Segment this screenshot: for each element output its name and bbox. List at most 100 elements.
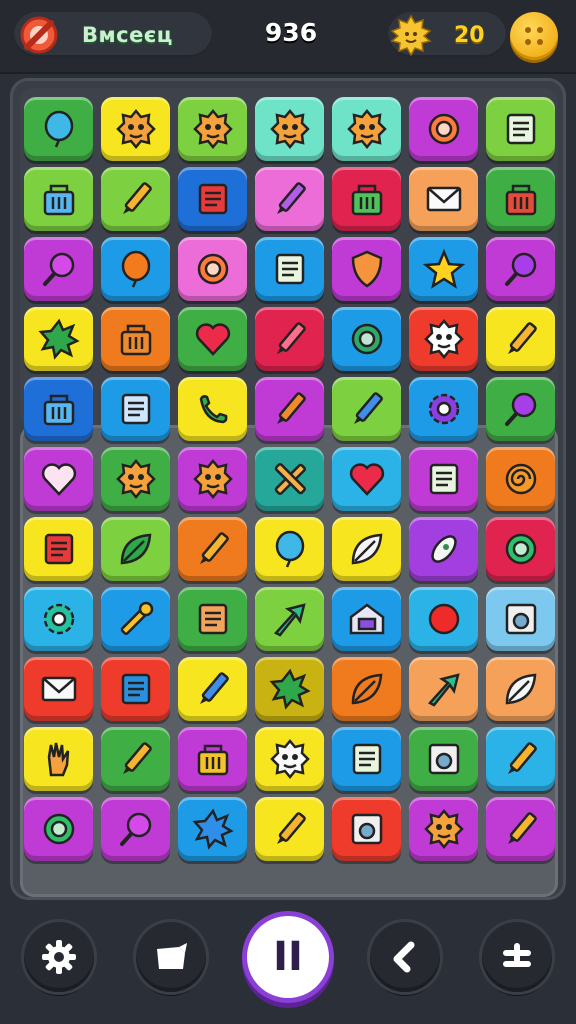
tile[interactable] (24, 517, 93, 581)
tile[interactable] (332, 727, 401, 791)
notepad-icon (275, 253, 304, 285)
tile[interactable] (101, 237, 170, 301)
tile[interactable] (486, 237, 555, 301)
tile[interactable] (178, 797, 247, 861)
menu-button[interactable] (510, 12, 558, 60)
tile[interactable] (101, 377, 170, 441)
purple-pencil-icon (276, 182, 306, 214)
tile[interactable] (409, 587, 478, 651)
tile[interactable] (101, 447, 170, 511)
tile[interactable] (486, 517, 555, 581)
tile[interactable] (409, 517, 478, 581)
tile[interactable] (409, 377, 478, 441)
tile[interactable] (332, 377, 401, 441)
tile[interactable] (486, 587, 555, 651)
tile[interactable] (255, 517, 324, 581)
blue-splat-icon (191, 808, 234, 850)
tile[interactable] (486, 447, 555, 511)
tile[interactable] (409, 237, 478, 301)
tile[interactable] (409, 727, 478, 791)
tile[interactable] (178, 167, 247, 231)
pause-button[interactable]: II (247, 916, 329, 998)
tile[interactable] (332, 517, 401, 581)
tile[interactable] (255, 237, 324, 301)
tile[interactable] (332, 167, 401, 231)
undo-button[interactable] (370, 922, 440, 992)
notepad-icon (506, 113, 535, 145)
tile[interactable] (24, 587, 93, 651)
tile[interactable] (178, 237, 247, 301)
tile[interactable] (101, 97, 170, 161)
tile[interactable] (24, 727, 93, 791)
tile[interactable] (332, 657, 401, 721)
tile[interactable] (24, 97, 93, 161)
tile[interactable] (486, 727, 555, 791)
sun-coin-icon (390, 14, 432, 56)
tile[interactable] (486, 97, 555, 161)
tile[interactable] (24, 797, 93, 861)
tile[interactable] (101, 657, 170, 721)
tile[interactable] (255, 587, 324, 651)
tile[interactable] (486, 307, 555, 371)
tile[interactable] (409, 307, 478, 371)
tile[interactable] (178, 517, 247, 581)
boosters-button[interactable] (482, 922, 552, 992)
tile[interactable] (24, 657, 93, 721)
tile[interactable] (178, 657, 247, 721)
tile[interactable] (101, 587, 170, 651)
red-basket-icon (505, 184, 536, 216)
tile[interactable] (409, 657, 478, 721)
tile[interactable] (255, 307, 324, 371)
tile[interactable] (255, 657, 324, 721)
leaf-icon (120, 533, 151, 565)
tile[interactable] (178, 587, 247, 651)
tile[interactable] (178, 727, 247, 791)
tile[interactable] (255, 447, 324, 511)
tile[interactable] (24, 447, 93, 511)
tile[interactable] (101, 797, 170, 861)
tile[interactable] (486, 657, 555, 721)
tile[interactable] (255, 797, 324, 861)
tile[interactable] (332, 587, 401, 651)
tile[interactable] (24, 307, 93, 371)
orange-leaf-icon (351, 673, 382, 705)
orange-monster-face-icon (115, 459, 156, 499)
tile[interactable] (178, 447, 247, 511)
tile[interactable] (409, 447, 478, 511)
envelope-icon (426, 186, 461, 212)
tile[interactable] (178, 97, 247, 161)
tile[interactable] (409, 97, 478, 161)
leaf-outline-icon (351, 533, 382, 565)
orange-scroll-icon (198, 603, 227, 635)
tile[interactable] (255, 727, 324, 791)
tile[interactable] (409, 797, 478, 861)
tile[interactable] (486, 167, 555, 231)
red-bar-card-icon (198, 183, 227, 215)
tile[interactable] (255, 377, 324, 441)
tile[interactable] (101, 307, 170, 371)
blue-pencil-icon (199, 672, 229, 704)
tile[interactable] (332, 447, 401, 511)
tile[interactable] (486, 377, 555, 441)
tile[interactable] (255, 167, 324, 231)
tile[interactable] (101, 517, 170, 581)
tile[interactable] (101, 167, 170, 231)
settings-button[interactable] (24, 922, 94, 992)
tile[interactable] (332, 307, 401, 371)
hint-button[interactable] (136, 922, 206, 992)
tile[interactable] (24, 237, 93, 301)
lollipop-icon (119, 812, 151, 846)
gear-icon (43, 603, 74, 635)
tile[interactable] (409, 167, 478, 231)
tile[interactable] (332, 97, 401, 161)
tile[interactable] (332, 797, 401, 861)
tile[interactable] (101, 727, 170, 791)
tile[interactable] (178, 307, 247, 371)
tile[interactable] (24, 167, 93, 231)
ring-icon (197, 253, 228, 285)
tile[interactable] (178, 377, 247, 441)
tile[interactable] (255, 97, 324, 161)
tile[interactable] (332, 237, 401, 301)
tile[interactable] (486, 797, 555, 861)
tile[interactable] (24, 377, 93, 441)
